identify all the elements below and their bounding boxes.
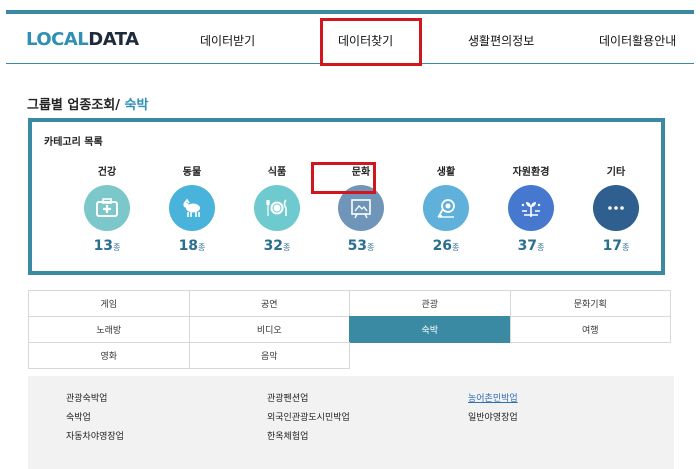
more-dots-icon bbox=[593, 185, 639, 231]
business-type-list: 관광숙박업 관광펜션업 농어촌민박업 숙박업 외국인관광도시민박업 일반야영장업… bbox=[28, 376, 674, 469]
subcategory-karaoke[interactable]: 노래방 bbox=[28, 316, 190, 343]
localdata-logo[interactable]: LOCALDATA bbox=[26, 29, 139, 50]
category-count: 18종 bbox=[178, 238, 206, 254]
subcategory-culture-planning[interactable]: 문화기획 bbox=[509, 290, 671, 317]
subcategory-game[interactable]: 게임 bbox=[28, 290, 190, 317]
nav-data-guide[interactable]: 데이터활용안내 bbox=[599, 32, 676, 49]
nav-highlight-box bbox=[320, 18, 422, 66]
category-count: 32종 bbox=[263, 238, 291, 254]
logo-data-text: DATA bbox=[88, 29, 139, 50]
category-count: 37종 bbox=[517, 238, 545, 254]
subcategory-movie[interactable]: 영화 bbox=[28, 342, 190, 369]
business-type-item-link[interactable]: 농어촌민박업 bbox=[468, 391, 518, 404]
subcategory-grid: 게임 공연 관광 문화기획 노래방 비디오 숙박 여행 영화 음악 bbox=[28, 290, 674, 369]
subcategory-performance[interactable]: 공연 bbox=[188, 290, 350, 317]
subcategory-lodging[interactable]: 숙박 bbox=[349, 316, 511, 343]
page-title-current: 숙박 bbox=[124, 98, 149, 113]
business-type-item[interactable]: 한옥체험업 bbox=[267, 429, 308, 442]
business-type-item[interactable]: 자동차야영장업 bbox=[66, 429, 124, 442]
business-type-item[interactable]: 외국인관광도시민박업 bbox=[267, 410, 350, 423]
business-type-item[interactable]: 일반야영장업 bbox=[468, 410, 518, 423]
page-title-prefix: 그룹별 업종조회/ bbox=[27, 98, 120, 113]
hairdryer-icon bbox=[423, 185, 469, 231]
category-label: 식품 bbox=[267, 167, 287, 178]
logo-local-text: LOCAL bbox=[26, 29, 89, 50]
subcategory-row: 영화 음악 bbox=[28, 342, 674, 369]
subcategory-empty bbox=[349, 342, 511, 369]
business-type-item[interactable]: 숙박업 bbox=[66, 410, 91, 423]
category-count: 26종 bbox=[432, 238, 460, 254]
category-environment[interactable]: 자원환경 37종 bbox=[496, 166, 566, 254]
subcategory-row: 게임 공연 관광 문화기획 bbox=[28, 290, 674, 317]
subcategory-music[interactable]: 음악 bbox=[188, 342, 350, 369]
category-living[interactable]: 생활 26종 bbox=[411, 166, 481, 254]
plate-fork-knife-icon bbox=[254, 185, 300, 231]
category-label: 기타 bbox=[606, 167, 626, 178]
page-title: 그룹별 업종조회/ 숙박 bbox=[27, 94, 148, 113]
subcategory-empty bbox=[510, 342, 672, 369]
goat-icon bbox=[169, 185, 215, 231]
category-list-title: 카테고리 목록 bbox=[44, 137, 103, 148]
nav-data-download[interactable]: 데이터받기 bbox=[200, 32, 255, 49]
category-list-box: 카테고리 목록 건강 13종 동물 18종 식품 32종 문화 53종 생활 2 bbox=[28, 118, 665, 275]
first-aid-kit-icon bbox=[84, 185, 130, 231]
category-animal[interactable]: 동물 18종 bbox=[157, 166, 227, 254]
category-food[interactable]: 식품 32종 bbox=[242, 166, 312, 254]
category-label: 건강 bbox=[97, 167, 117, 178]
business-type-item[interactable]: 관광펜션업 bbox=[267, 391, 308, 404]
category-count: 17종 bbox=[602, 238, 630, 254]
category-etc[interactable]: 기타 17종 bbox=[581, 166, 651, 254]
category-health[interactable]: 건강 13종 bbox=[72, 166, 142, 254]
category-label: 동물 bbox=[182, 167, 202, 178]
site-header: LOCALDATA 데이터받기 데이터찾기 생활편의정보 데이터활용안내 bbox=[6, 14, 694, 66]
category-count: 13종 bbox=[93, 238, 121, 254]
category-label: 생활 bbox=[436, 167, 456, 178]
subcategory-video[interactable]: 비디오 bbox=[188, 316, 350, 343]
subcategory-tourism[interactable]: 관광 bbox=[349, 290, 511, 317]
category-highlight-box bbox=[311, 162, 376, 194]
category-count: 53종 bbox=[347, 238, 375, 254]
category-label: 자원환경 bbox=[512, 167, 550, 178]
subcategory-row: 노래방 비디오 숙박 여행 bbox=[28, 316, 674, 343]
nav-living-info[interactable]: 생활편의정보 bbox=[468, 32, 534, 49]
recycle-plant-icon bbox=[508, 185, 554, 231]
business-type-item[interactable]: 관광숙박업 bbox=[66, 391, 107, 404]
subcategory-travel[interactable]: 여행 bbox=[509, 316, 671, 343]
